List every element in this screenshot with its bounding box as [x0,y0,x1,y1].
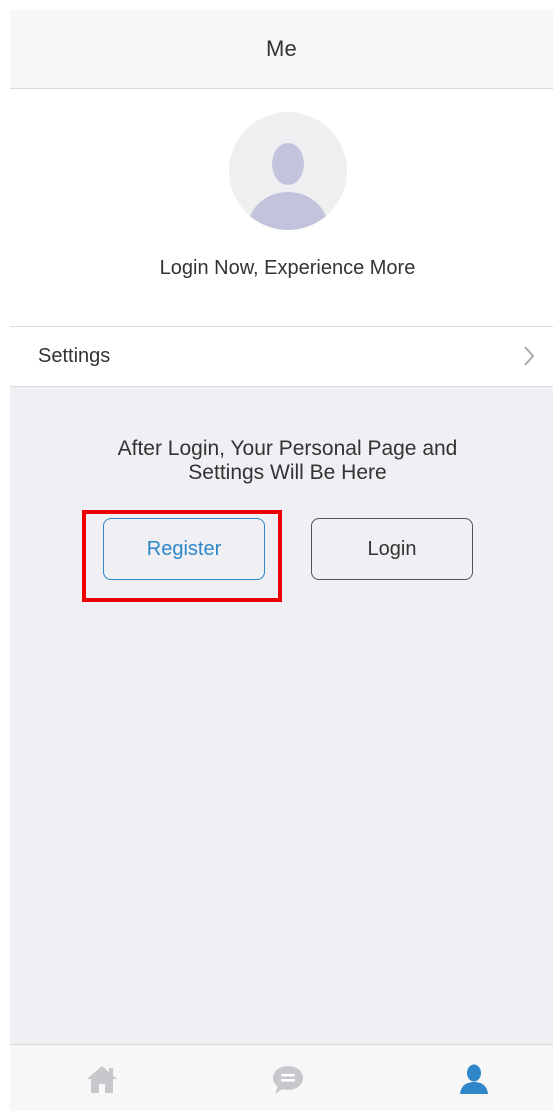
tab-bar [10,1044,553,1111]
user-silhouette-icon [247,143,329,230]
navigation-header: Me [10,10,553,89]
me-screen: Me Login Now, Experience More Settings A… [0,0,553,1111]
user-icon [460,1064,488,1094]
chevron-right-icon [523,345,535,372]
login-info-text: After Login, Your Personal Page and Sett… [10,437,553,485]
login-button[interactable]: Login [311,518,473,580]
login-prompt-text: Login Now, Experience More [159,257,416,279]
home-icon [87,1066,117,1093]
settings-label: Settings [38,345,111,367]
settings-row[interactable]: Settings [10,326,553,387]
avatar[interactable] [229,112,347,230]
logged-out-content: After Login, Your Personal Page and Sett… [10,387,553,1044]
tab-me[interactable] [454,1061,494,1097]
profile-section: Login Now, Experience More [10,89,553,326]
chat-bubble-icon [273,1066,303,1094]
register-button[interactable]: Register [103,518,265,580]
info-line-1: After Login, Your Personal Page and [117,437,458,460]
tab-home[interactable] [82,1061,122,1097]
page-title: Me [266,36,297,61]
tab-messages[interactable] [268,1061,308,1097]
info-line-2: Settings Will Be Here [188,461,387,484]
